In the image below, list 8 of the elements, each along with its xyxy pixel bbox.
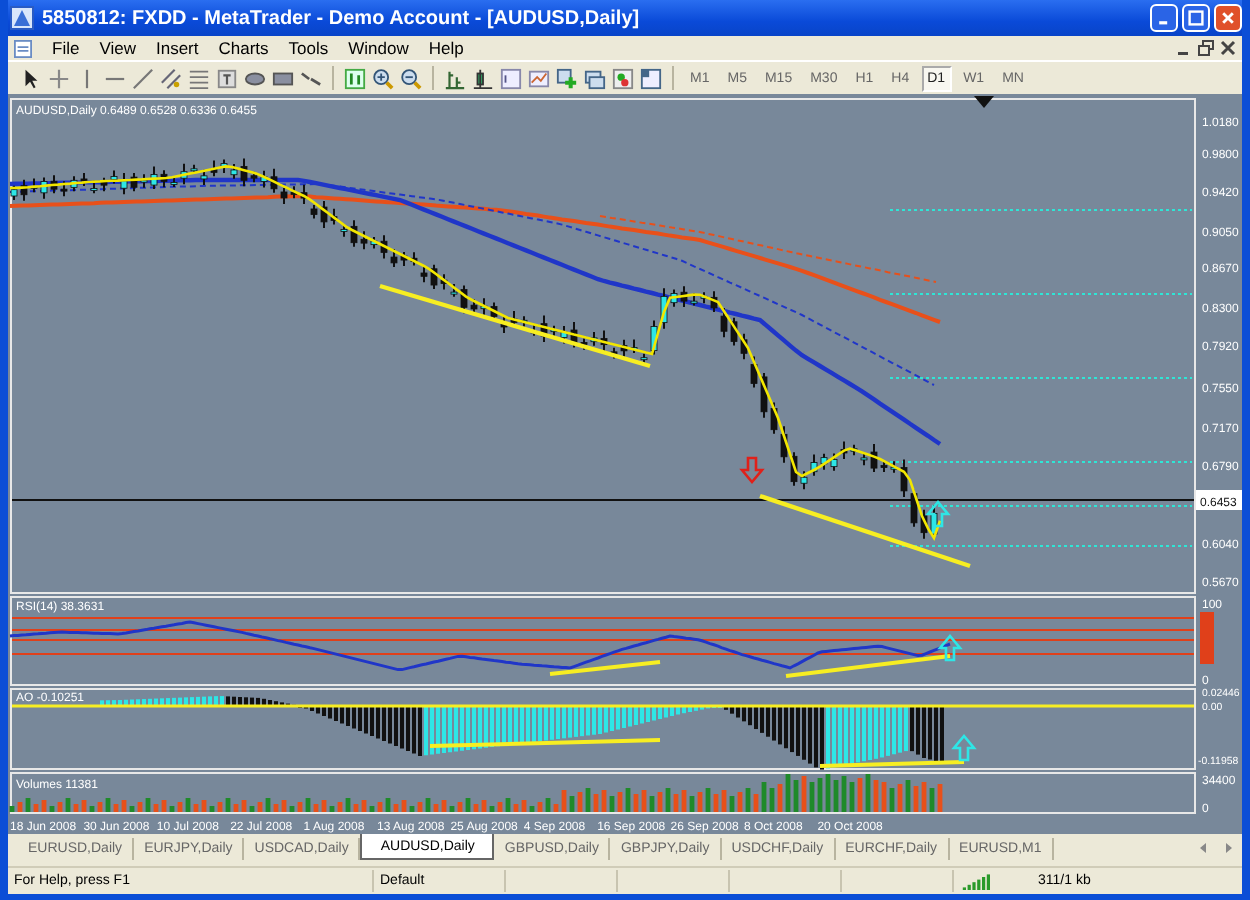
window-title: 5850812: FXDD - MetaTrader - Demo Account - [AUDUSD,Daily] xyxy=(42,7,640,29)
menu-item[interactable]: View xyxy=(89,38,146,58)
menu-item[interactable]: File xyxy=(42,38,90,58)
menu-item[interactable]: Tools xyxy=(278,38,339,58)
menu-item[interactable]: Window xyxy=(338,38,419,58)
menu-item[interactable]: Help xyxy=(418,38,474,58)
menu-item[interactable]: Charts xyxy=(208,38,279,58)
menu-item[interactable]: Insert xyxy=(145,38,209,58)
